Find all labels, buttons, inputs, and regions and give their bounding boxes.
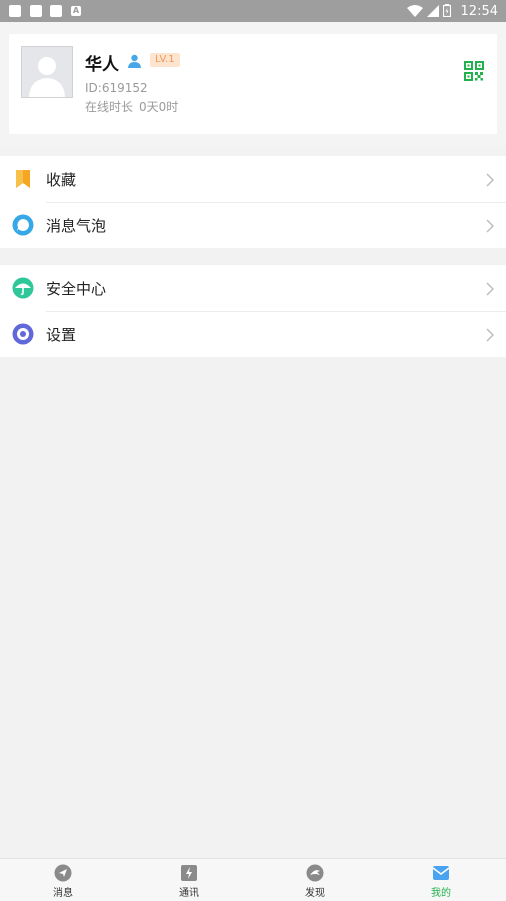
chevron-right-icon [486,172,495,191]
tab-label: 我的 [431,888,451,899]
nickname: 华人 [85,55,119,75]
menu-item-label: 安全中心 [46,280,107,298]
mail-icon [432,864,450,882]
tab-label: 消息 [53,888,73,899]
notification-square-icon [50,5,62,17]
chevron-right-icon [486,281,495,300]
menu-item-message-bubble[interactable]: 消息气泡 [0,202,506,248]
lightning-icon [180,864,198,882]
user-id: ID:619152 [85,81,148,95]
qr-code-icon[interactable] [464,61,484,85]
status-bar-right: 12:54 [406,0,498,22]
user-icon [127,53,142,72]
notification-square-icon [9,5,21,17]
level-badge: LV.1 [150,53,180,67]
profile-card[interactable]: 华人 LV.1 ID:619152 在线时长 0天0时 [9,34,497,134]
tab-messages[interactable]: 消息 [0,859,126,901]
a-icon: A [71,6,81,16]
tab-mine[interactable]: 我的 [378,859,504,901]
send-icon [54,864,72,882]
battery-icon [442,2,451,21]
umbrella-icon [12,277,34,299]
status-bar: A 12:54 [0,0,506,22]
online-value: 0天0时 [139,100,179,114]
menu-item-settings[interactable]: 设置 [0,311,506,357]
menu-group-1: 收藏 消息气泡 [0,156,506,248]
avatar[interactable] [21,46,73,98]
menu-item-label: 消息气泡 [46,217,107,235]
discover-icon [306,864,324,882]
profile-section: 华人 LV.1 ID:619152 在线时长 0天0时 [0,22,506,148]
online-duration: 在线时长 0天0时 [85,98,178,115]
signal-icon [426,2,439,21]
tab-discover[interactable]: 发现 [252,859,378,901]
online-label: 在线时长 [85,100,134,114]
bottom-nav: 消息 通讯 发现 我的 [0,858,506,901]
menu-item-label: 收藏 [46,171,77,189]
notification-square-icon [30,5,42,17]
wifi-icon [406,2,423,21]
tab-contacts[interactable]: 通讯 [126,859,252,901]
menu-item-favorites[interactable]: 收藏 [0,156,506,203]
tab-label: 发现 [305,888,325,899]
menu-group-2: 安全中心 设置 [0,265,506,357]
chevron-right-icon [486,218,495,237]
menu-item-label: 设置 [46,326,77,344]
tab-label: 通讯 [179,888,199,899]
chat-bubble-icon [12,214,34,236]
settings-icon [12,323,34,345]
status-time: 12:54 [460,3,498,19]
bookmark-icon [12,168,34,190]
chevron-right-icon [486,327,495,346]
menu-item-security-center[interactable]: 安全中心 [0,265,506,312]
